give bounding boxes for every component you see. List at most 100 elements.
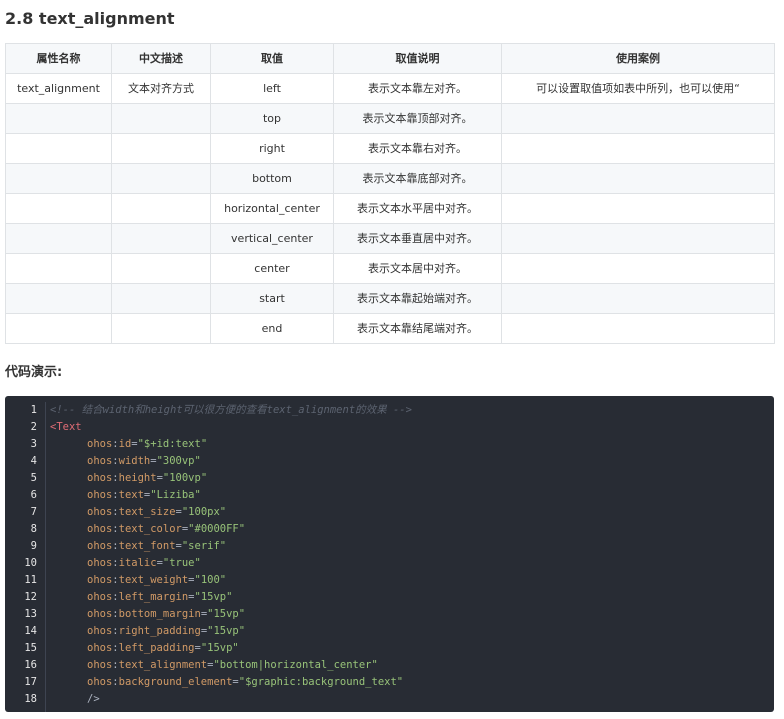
table-cell: top: [210, 103, 334, 134]
code-attr-value: "$+id:text": [137, 438, 208, 450]
table-cell: [5, 163, 112, 194]
code-attr-value: "100vp": [162, 472, 208, 484]
line-number: 6: [30, 489, 37, 501]
code-text: ohos:width="300vp": [87, 455, 201, 467]
line-number: 2: [30, 421, 37, 433]
code-line: 16 ohos:text_alignment="bottom|horizontal…: [5, 657, 774, 674]
code-line: 4 ohos:width="300vp": [5, 453, 774, 470]
code-line: 9 ohos:text_font="serif": [5, 538, 774, 555]
code-close-tag: />: [87, 693, 100, 705]
code-line: 2 <Text: [5, 419, 774, 436]
table-cell: bottom: [210, 163, 334, 194]
code-line: 11 ohos:text_weight="100": [5, 572, 774, 589]
code-attr-name: text_font: [118, 540, 176, 552]
code-attr-name: text_size: [118, 506, 176, 518]
table-cell: 表示文本居中对齐。: [333, 253, 502, 284]
header-attr-name: 属性名称: [5, 43, 112, 74]
code-text: ohos:text_alignment="bottom|horizontal_c…: [87, 659, 378, 671]
table-row: vertical_center 表示文本垂直居中对齐。: [5, 223, 775, 254]
code-text: <Text: [46, 419, 82, 436]
line-number: 10: [24, 557, 37, 569]
table-cell: [111, 223, 211, 254]
table-cell: [5, 103, 112, 134]
table-row: text_alignment 文本对齐方式 left 表示文本靠左对齐。 可以设置取值项…: [5, 73, 775, 104]
code-attr-name: left_padding: [118, 642, 195, 654]
table-cell: [5, 133, 112, 164]
code-attr-value: "100": [194, 574, 227, 586]
table-cell: end: [210, 313, 334, 344]
table-cell: [501, 253, 775, 284]
table-cell: [501, 313, 775, 344]
line-number: 17: [24, 676, 37, 688]
table-cell: 表示文本靠结尾端对齐。: [333, 313, 502, 344]
table-cell: right: [210, 133, 334, 164]
table-cell: [501, 193, 775, 224]
table-row: center 表示文本居中对齐。: [5, 253, 775, 284]
table-cell: 表示文本靠左对齐。: [333, 73, 502, 104]
code-line: 12 ohos:left_margin="15vp": [5, 589, 774, 606]
code-text: ohos:text_size="100px": [87, 506, 227, 518]
code-line: 18 />: [5, 691, 774, 708]
table-cell: left: [210, 73, 334, 104]
table-cell: vertical_center: [210, 223, 334, 254]
code-text: <!-- 结合width和height可以很方便的查看text_alignmen…: [46, 402, 412, 419]
code-block[interactable]: 1 <!-- 结合width和height可以很方便的查看text_alignme…: [5, 396, 774, 712]
code-namespace: ohos: [87, 455, 113, 467]
header-usage: 使用案例: [501, 43, 775, 74]
code-line: 15 ohos:left_padding="15vp": [5, 640, 774, 657]
line-number: 11: [24, 574, 37, 586]
table-cell: [111, 193, 211, 224]
code-text: ohos:right_padding="15vp": [87, 625, 246, 637]
code-attr-value: "300vp": [156, 455, 201, 467]
code-attr-value: "100px": [181, 506, 227, 518]
code-namespace: ohos: [87, 506, 113, 518]
line-number: 9: [30, 540, 37, 552]
line-number: 18: [24, 693, 37, 705]
code-namespace: ohos: [87, 574, 113, 586]
line-number: 3: [30, 438, 37, 450]
header-cn-desc: 中文描述: [111, 43, 211, 74]
attribute-table: 属性名称 中文描述 取值 取值说明 使用案例 text_alignment 文本对…: [5, 43, 775, 344]
code-namespace: ohos: [87, 608, 113, 620]
table-cell: 表示文本靠顶部对齐。: [333, 103, 502, 134]
table-cell: 可以设置取值项如表中所列，也可以使用“: [501, 73, 775, 104]
code-attr-name: text_weight: [118, 574, 189, 586]
table-cell: center: [210, 253, 334, 284]
table-row: bottom 表示文本靠底部对齐。: [5, 163, 775, 194]
table-header-row: 属性名称 中文描述 取值 取值说明 使用案例: [5, 43, 775, 74]
code-attr-name: width: [118, 455, 151, 467]
table-cell: [501, 163, 775, 194]
line-number: 5: [30, 472, 37, 484]
code-text: ohos:left_margin="15vp": [87, 591, 233, 603]
table-cell: [501, 133, 775, 164]
code-attr-value: "15vp": [194, 591, 233, 603]
code-text: ohos:text="Liziba": [87, 489, 201, 501]
table-cell: [111, 313, 211, 344]
code-open-tag: <Text: [50, 421, 82, 433]
table-cell: start: [210, 283, 334, 314]
table-cell: 文本对齐方式: [111, 73, 211, 104]
table-cell: [5, 313, 112, 344]
table-cell: [111, 103, 211, 134]
line-number: 12: [24, 591, 37, 603]
line-number: 7: [30, 506, 37, 518]
table-cell: [111, 253, 211, 284]
code-attr-value: "$graphic:background_text": [238, 676, 404, 688]
code-namespace: ohos: [87, 489, 113, 501]
code-attr-name: text_alignment: [118, 659, 208, 671]
code-comment: <!-- 结合width和height可以很方便的查看text_alignmen…: [50, 404, 412, 416]
table-cell: [501, 223, 775, 254]
code-attr-value: "Liziba": [150, 489, 201, 501]
code-text: ohos:text_font="serif": [87, 540, 227, 552]
code-attr-name: left_margin: [118, 591, 189, 603]
table-cell: horizontal_center: [210, 193, 334, 224]
code-namespace: ohos: [87, 659, 113, 671]
code-attr-name: right_padding: [118, 625, 201, 637]
code-line: 14 ohos:right_padding="15vp": [5, 623, 774, 640]
table-cell: 表示文本靠底部对齐。: [333, 163, 502, 194]
code-namespace: ohos: [87, 523, 113, 535]
table-cell: 表示文本靠右对齐。: [333, 133, 502, 164]
code-attr-value: "15vp": [207, 625, 246, 637]
code-text: />: [46, 691, 100, 708]
code-namespace: ohos: [87, 642, 113, 654]
